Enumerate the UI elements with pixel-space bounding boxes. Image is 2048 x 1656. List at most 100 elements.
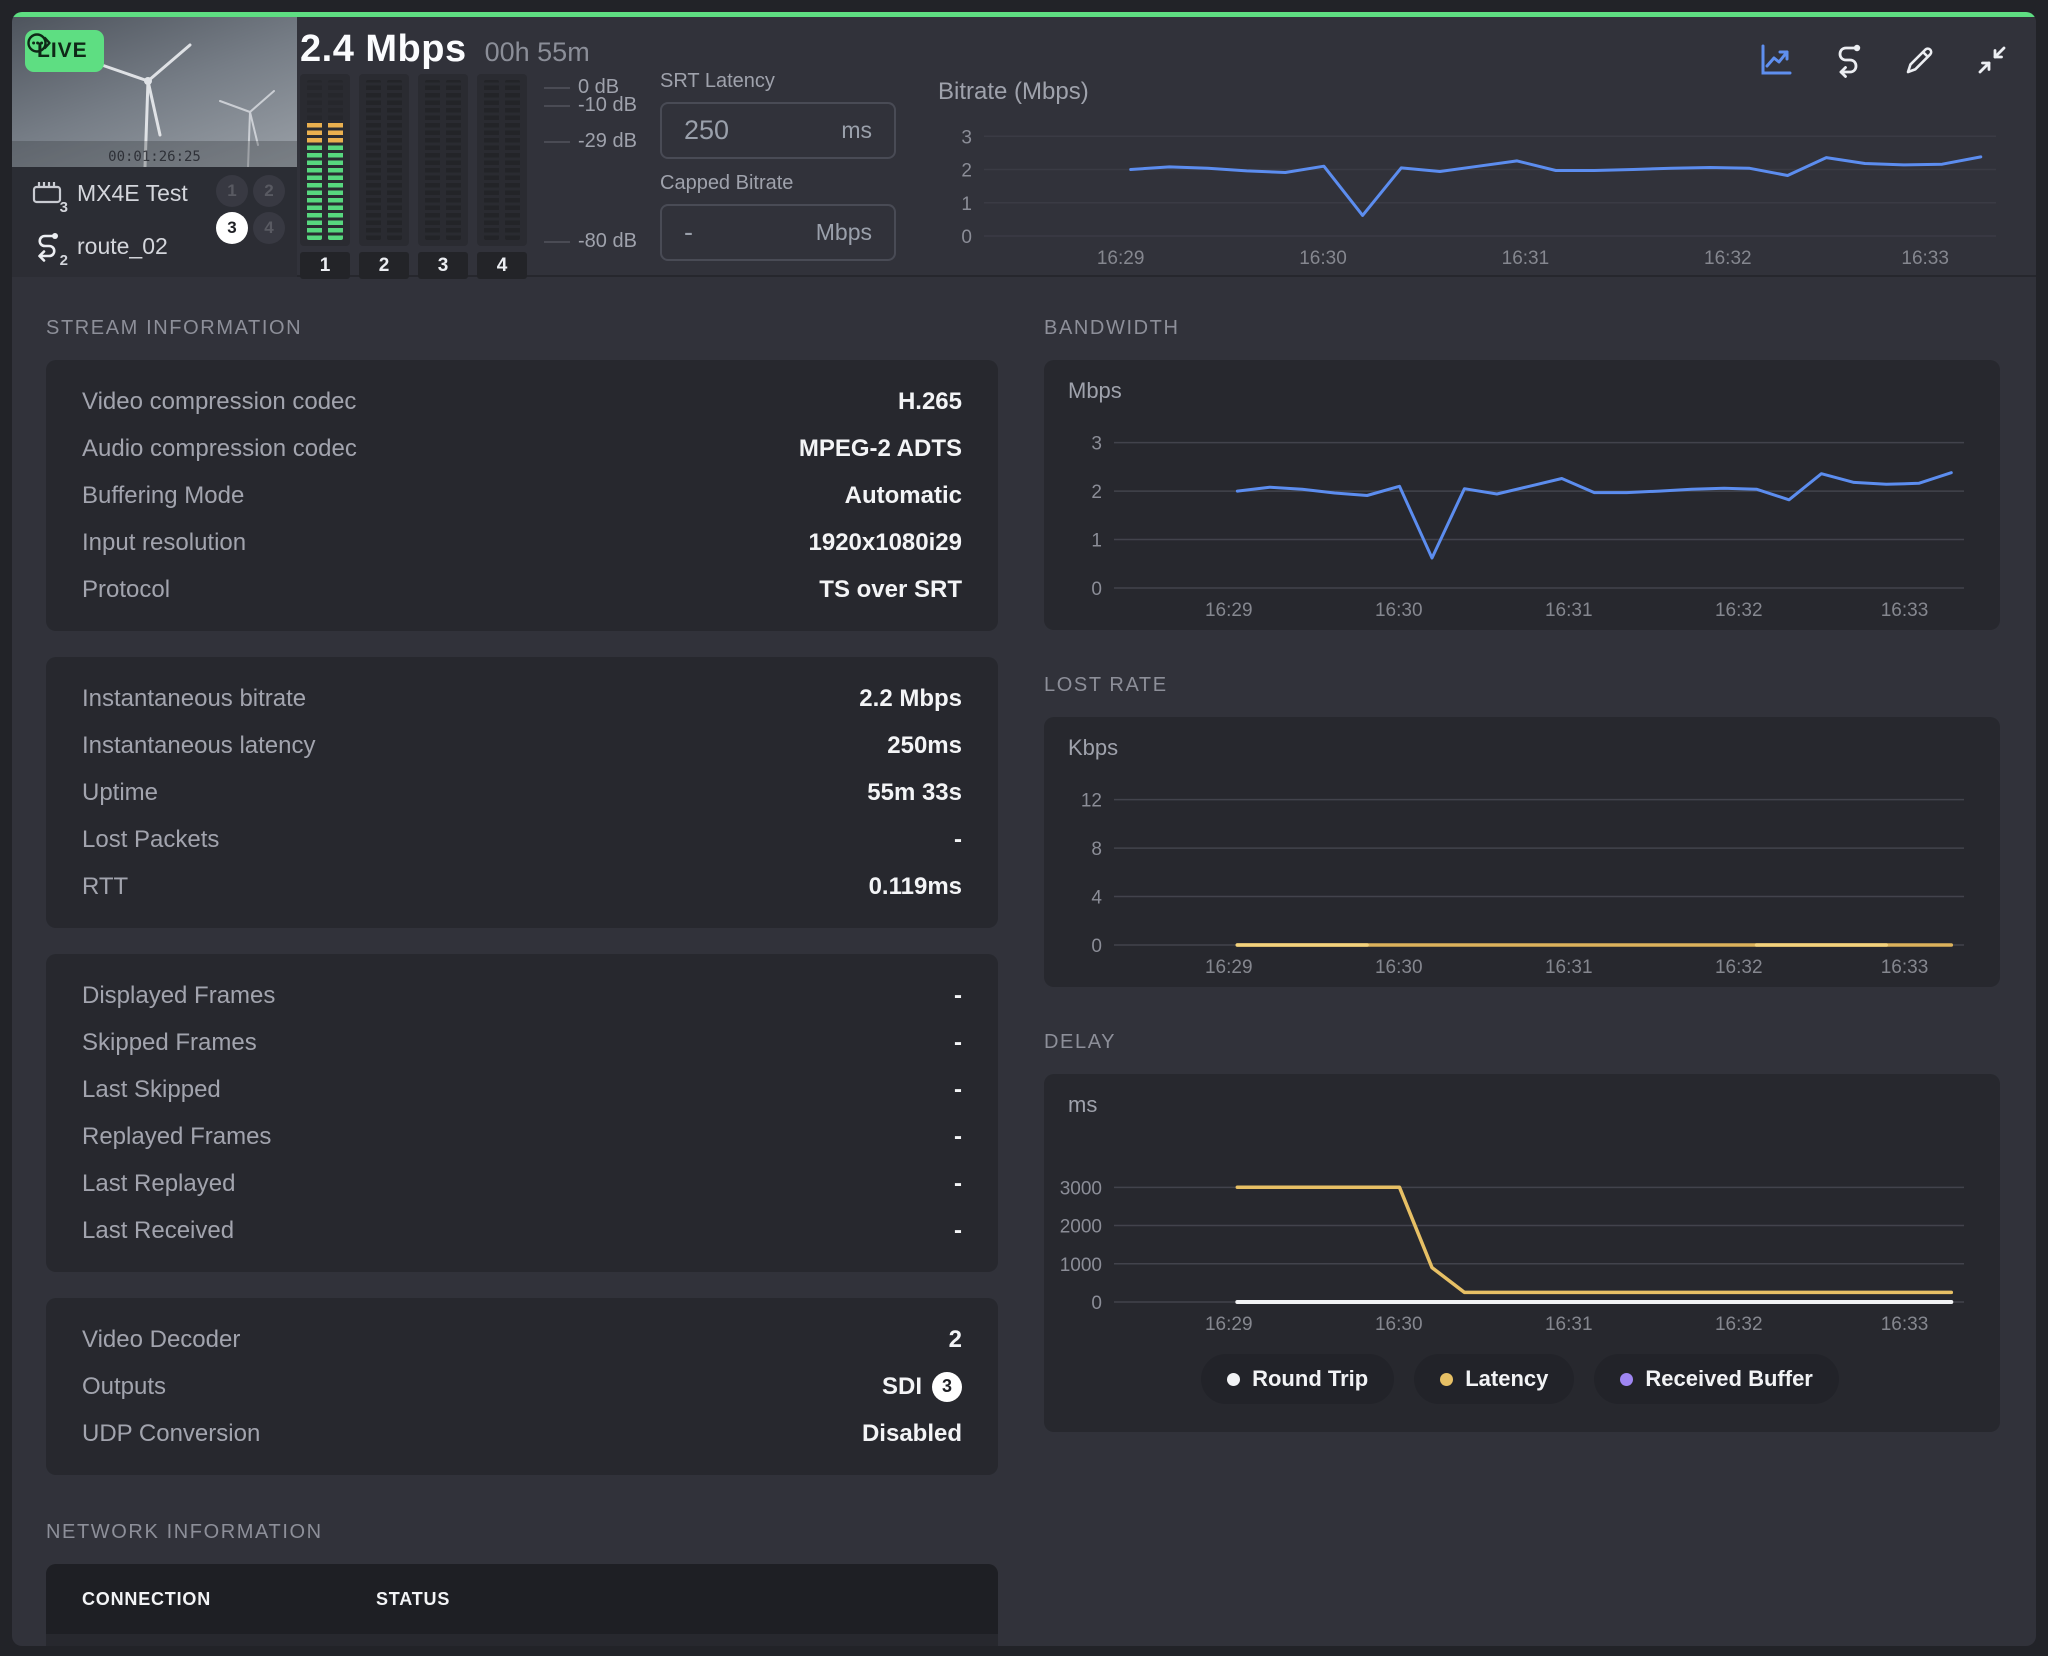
info-label: Last Skipped xyxy=(82,1076,221,1104)
bandwidth-card: Mbps 012316:2916:3016:3116:3216:33 xyxy=(1044,360,2000,630)
svg-text:16:29: 16:29 xyxy=(1205,1314,1253,1335)
info-row: Last Replayed- xyxy=(82,1160,962,1207)
info-label: Outputs xyxy=(82,1373,166,1401)
svg-text:1000: 1000 xyxy=(1060,1255,1102,1276)
stream-live-icon xyxy=(25,30,51,56)
svg-text:0: 0 xyxy=(1091,936,1102,957)
svg-text:1: 1 xyxy=(1091,531,1102,552)
info-row: Video Decoder2 xyxy=(82,1316,962,1363)
info-card: Instantaneous bitrate2.2 MbpsInstantaneo… xyxy=(46,657,998,928)
srt-latency-unit: ms xyxy=(841,117,872,144)
db-scale: 0 dB-10 dB-29 dB-80 dB xyxy=(544,74,674,246)
decoder-dashboard: LIVE 00:01:26:25 xyxy=(0,0,2048,1656)
svg-text:16:33: 16:33 xyxy=(1881,957,1929,978)
srt-latency-input[interactable]: 250 ms xyxy=(660,102,896,159)
capped-bitrate-input[interactable]: - Mbps xyxy=(660,204,896,261)
info-label: Lost Packets xyxy=(82,826,219,854)
lost-rate-card: Kbps 0481216:2916:3016:3116:3216:33 xyxy=(1044,717,2000,987)
svg-text:16:31: 16:31 xyxy=(1545,1314,1593,1335)
header-chart-title: Bitrate (Mbps) xyxy=(938,78,2014,106)
meter-channel-number: 4 xyxy=(477,252,527,279)
video-thumbnail[interactable]: LIVE 00:01:26:25 xyxy=(12,17,297,167)
bandwidth-unit: Mbps xyxy=(1068,378,1982,404)
info-value: 2 xyxy=(949,1326,962,1354)
info-label: Video compression codec xyxy=(82,388,356,416)
output-badge-1[interactable]: 1 xyxy=(216,175,248,207)
info-value: 55m 33s xyxy=(867,779,962,807)
svg-text:16:30: 16:30 xyxy=(1375,600,1423,621)
info-value: - xyxy=(954,1170,962,1198)
info-value: 0.119ms xyxy=(869,873,962,901)
svg-text:16:30: 16:30 xyxy=(1375,1314,1423,1335)
decoder-chip-icon: 3 xyxy=(30,177,64,211)
info-value: 1920x1080i29 xyxy=(809,529,963,557)
svg-text:16:31: 16:31 xyxy=(1545,957,1593,978)
network-table-header: CONNECTION STATUS xyxy=(46,1564,998,1634)
svg-text:16:30: 16:30 xyxy=(1299,248,1347,269)
db-tick: -10 dB xyxy=(544,94,637,117)
trend-chart-icon[interactable] xyxy=(1756,40,1796,80)
svg-text:3: 3 xyxy=(1091,434,1102,455)
info-value: SDI3 xyxy=(882,1372,962,1402)
info-row: Skipped Frames- xyxy=(82,1019,962,1066)
output-badge-4[interactable]: 4 xyxy=(253,212,285,244)
route-toggle-icon[interactable] xyxy=(1828,40,1868,80)
legend-received-buffer[interactable]: Received Buffer xyxy=(1594,1354,1839,1404)
svg-text:16:32: 16:32 xyxy=(1715,600,1763,621)
info-label: Uptime xyxy=(82,779,158,807)
audio-meter-4: 4 xyxy=(477,74,527,279)
info-row: UDP ConversionDisabled xyxy=(82,1410,962,1457)
svg-text:0: 0 xyxy=(1091,579,1102,600)
legend-round-trip[interactable]: Round Trip xyxy=(1201,1354,1394,1404)
audio-meter-1: 1 xyxy=(300,74,350,279)
svg-text:16:29: 16:29 xyxy=(1205,957,1253,978)
edit-icon[interactable] xyxy=(1900,40,1940,80)
network-table-row[interactable]: eth0 10.65.167.70 fe80::5e77:57ff:fe00:e… xyxy=(46,1634,998,1646)
info-row: Outputs SDI3 xyxy=(82,1363,962,1410)
network-table: CONNECTION STATUS xyxy=(46,1564,998,1646)
delay-legend: Round Trip Latency Received Buffer xyxy=(1058,1354,1982,1404)
info-label: Buffering Mode xyxy=(82,482,244,510)
capped-bitrate-label: Capped Bitrate xyxy=(660,172,896,195)
info-label: Instantaneous latency xyxy=(82,732,316,760)
svg-text:2000: 2000 xyxy=(1060,1217,1102,1238)
info-card: Video compression codecH.265Audio compre… xyxy=(46,360,998,631)
info-row: Last Skipped- xyxy=(82,1066,962,1113)
info-row: Displayed Frames- xyxy=(82,972,962,1019)
output-badge-2[interactable]: 2 xyxy=(253,175,285,207)
audio-level-meters: 1234 xyxy=(300,74,527,279)
collapse-icon[interactable] xyxy=(1972,40,2012,80)
output-count-badge: 3 xyxy=(932,1372,962,1402)
info-value: MPEG-2 ADTS xyxy=(799,435,962,463)
svg-text:0: 0 xyxy=(1091,1293,1102,1314)
info-row: Lost Packets- xyxy=(82,816,962,863)
route-name: route_02 xyxy=(77,233,168,260)
svg-text:0: 0 xyxy=(961,227,972,248)
info-label: Input resolution xyxy=(82,529,246,557)
info-label: Displayed Frames xyxy=(82,982,275,1010)
info-label: Instantaneous bitrate xyxy=(82,685,306,713)
info-value: H.265 xyxy=(898,388,962,416)
lost-rate-unit: Kbps xyxy=(1068,735,1982,761)
info-value: - xyxy=(954,1029,962,1057)
svg-text:16:30: 16:30 xyxy=(1375,957,1423,978)
left-column: STREAM INFORMATION Video compression cod… xyxy=(46,317,998,1646)
meter-channel-number: 3 xyxy=(418,252,468,279)
info-value: 250ms xyxy=(887,732,962,760)
capped-bitrate-unit: Mbps xyxy=(816,219,872,246)
output-badge-3[interactable]: 3 xyxy=(216,212,248,244)
info-label: Last Received xyxy=(82,1217,234,1245)
svg-text:1: 1 xyxy=(961,194,972,215)
audio-meter-2: 2 xyxy=(359,74,409,279)
live-accent-bar xyxy=(12,12,2036,17)
delay-title: DELAY xyxy=(1044,1031,2000,1054)
info-card: Video Decoder2 Outputs SDI3 UDP ConversionD… xyxy=(46,1298,998,1475)
info-value: - xyxy=(954,1123,962,1151)
info-label: Replayed Frames xyxy=(82,1123,271,1151)
svg-text:16:31: 16:31 xyxy=(1545,600,1593,621)
network-information-title: NETWORK INFORMATION xyxy=(46,1521,998,1544)
legend-latency[interactable]: Latency xyxy=(1414,1354,1574,1404)
svg-text:16:33: 16:33 xyxy=(1901,248,1949,269)
info-card: Displayed Frames-Skipped Frames-Last Ski… xyxy=(46,954,998,1272)
right-column: BANDWIDTH Mbps 012316:2916:3016:3116:321… xyxy=(1044,317,2000,1646)
